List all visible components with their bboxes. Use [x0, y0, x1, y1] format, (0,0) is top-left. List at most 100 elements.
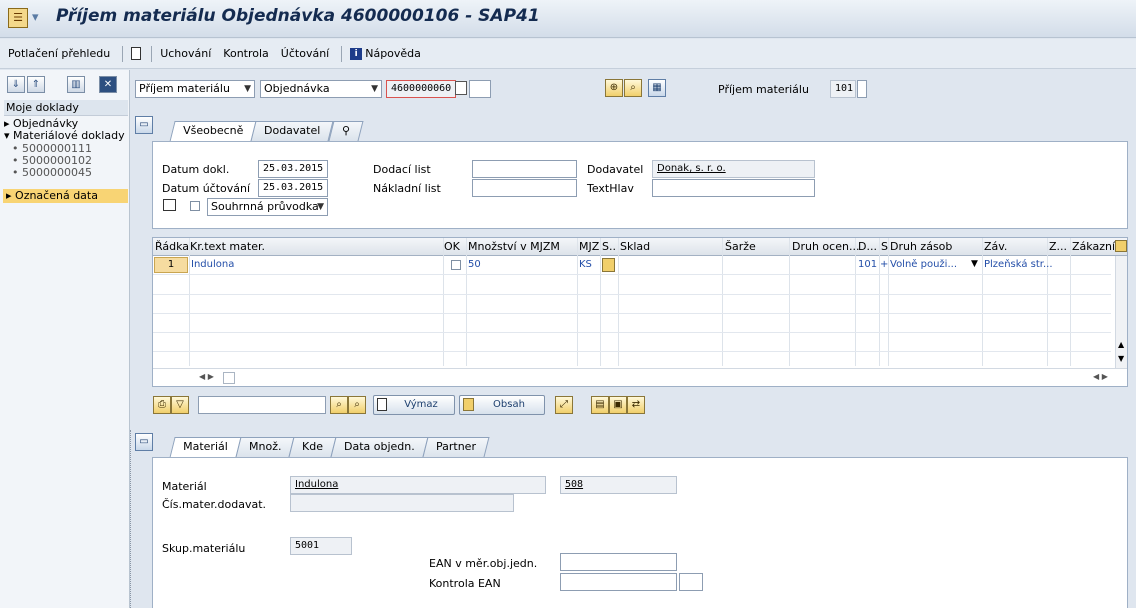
find-field[interactable]	[198, 396, 326, 414]
print-list-icon[interactable]: ⎙	[153, 396, 171, 414]
transfer-icon[interactable]: ⇄	[627, 396, 645, 414]
header-tabs: Všeobecně Dodavatel ⚲	[169, 121, 364, 142]
folder-icon[interactable]: ▤	[591, 396, 609, 414]
collapse-item-icon[interactable]: ▭	[135, 433, 153, 451]
new-document-icon[interactable]	[131, 47, 142, 60]
scroll-down-icon[interactable]: ▼	[1118, 354, 1124, 363]
reference-type-dropdown[interactable]: Objednávka ▼	[260, 80, 382, 98]
vertical-scrollbar[interactable]: ▲ ▼	[1115, 256, 1127, 368]
ean-check-field[interactable]	[560, 573, 677, 591]
vendor-material-field[interactable]	[290, 494, 514, 512]
grid-icon[interactable]: ▦	[648, 79, 666, 97]
column-settings-icon[interactable]	[1115, 240, 1127, 252]
col-header[interactable]: Záv.	[984, 240, 1007, 253]
scroll-up-icon[interactable]: ▲	[1118, 340, 1124, 349]
unit-cell[interactable]: KS	[579, 259, 592, 270]
col-header[interactable]: S..	[602, 240, 616, 253]
bill-of-lading-field[interactable]	[472, 179, 577, 197]
delivery-note-field[interactable]	[472, 160, 577, 178]
my-documents-header: Moje doklady	[4, 100, 128, 116]
tab-more[interactable]: ⚲	[328, 121, 364, 141]
vendor-field[interactable]: Donak, s. r. o.	[652, 160, 815, 178]
chevron-down-icon[interactable]: ▼	[971, 259, 978, 269]
menu-hold[interactable]: Uchování	[160, 47, 211, 60]
scroll-thumb[interactable]	[223, 372, 235, 384]
col-header[interactable]: D...	[858, 240, 877, 253]
tree-doc-item[interactable]: • 5000000045	[12, 167, 92, 179]
close-icon[interactable]: ✕	[99, 76, 117, 93]
horizontal-scrollbar[interactable]: ◀ ▶ ◀ ▶	[153, 368, 1127, 386]
help-icon[interactable]: i	[350, 47, 363, 60]
material-text-cell[interactable]: Indulona	[191, 259, 234, 270]
po-number-field[interactable]: 4600000060	[386, 80, 456, 98]
header-text-field[interactable]	[652, 179, 815, 197]
row-number-cell[interactable]: 1	[154, 257, 188, 273]
col-header[interactable]: Šarže	[725, 240, 756, 253]
col-header[interactable]: Druh ocen...	[792, 240, 859, 253]
expand-all-icon[interactable]: ⇓	[7, 76, 25, 93]
sap-menu-icon[interactable]: ☰	[8, 8, 28, 28]
col-header[interactable]: Druh zásob	[890, 240, 952, 253]
movement-type-field[interactable]: 101	[830, 80, 856, 98]
col-header[interactable]: Množství v MJZM	[468, 240, 560, 253]
expand-icon[interactable]: ⤢	[555, 396, 573, 414]
collapse-header-icon[interactable]: ▭	[135, 116, 153, 134]
tab-material[interactable]: Materiál	[169, 437, 242, 458]
printer-icon[interactable]	[163, 199, 176, 211]
col-header[interactable]: S	[881, 240, 888, 253]
title-dropdown-icon[interactable]: ▾	[32, 10, 44, 26]
print-checkbox[interactable]	[190, 201, 200, 211]
tab-vendor[interactable]: Dodavatel	[250, 121, 335, 141]
col-header[interactable]: Kr.text mater.	[190, 240, 265, 253]
tab-quantity[interactable]: Množ.	[235, 437, 295, 457]
movement-indicator-field[interactable]	[857, 80, 867, 98]
scroll-left-icon[interactable]: ◀ ▶	[199, 372, 214, 381]
plant-cell[interactable]: Plzeňská str...	[984, 259, 1053, 270]
header-text-label: TextHlav	[587, 182, 634, 195]
f4-help-icon[interactable]	[455, 81, 467, 95]
chevron-down-icon: ▼	[371, 84, 378, 94]
find-icon[interactable]: ⌕	[330, 396, 348, 414]
menu-help[interactable]: Nápověda	[365, 47, 421, 60]
quantity-cell[interactable]: 50	[468, 259, 481, 270]
col-header[interactable]: OK	[444, 240, 460, 253]
storage-location-icon[interactable]	[602, 258, 615, 272]
po-item-field[interactable]	[469, 80, 491, 98]
tab-partner[interactable]: Partner	[422, 437, 490, 457]
scroll-right-icon[interactable]: ◀ ▶	[1093, 372, 1108, 381]
binoculars-icon[interactable]: ⌕	[624, 79, 642, 97]
ok-checkbox[interactable]	[451, 260, 461, 270]
col-header[interactable]: Sklad	[620, 240, 650, 253]
sign-cell: +	[880, 259, 889, 270]
col-header[interactable]: Řádka	[155, 240, 189, 253]
material-group-field[interactable]: 5001	[290, 537, 352, 555]
material-field[interactable]: Indulona	[290, 476, 546, 494]
copy-icon[interactable]: ▣	[609, 396, 627, 414]
menu-hide-overview[interactable]: Potlačení přehledu	[8, 47, 110, 60]
ean-check-indicator[interactable]	[679, 573, 703, 591]
ean-field[interactable]	[560, 553, 677, 571]
action-dropdown[interactable]: Příjem materiálu ▼	[135, 80, 255, 98]
col-header[interactable]: MJZ	[579, 240, 599, 253]
tree-item-material-docs[interactable]: ▾ Materiálové doklady	[4, 130, 125, 142]
stock-type-cell[interactable]: Volně použi...	[890, 259, 957, 270]
movement-type-cell[interactable]: 101	[858, 259, 877, 270]
find-next-icon[interactable]: ⌕	[348, 396, 366, 414]
col-header[interactable]: Z...	[1049, 240, 1067, 253]
col-header[interactable]: Zákazník	[1072, 240, 1121, 253]
collapse-all-icon[interactable]: ⇑	[27, 76, 45, 93]
material-code-field[interactable]: 508	[560, 476, 677, 494]
execute-icon[interactable]: ⊕	[605, 79, 623, 97]
document-date-field[interactable]: 25.03.2015	[258, 160, 328, 178]
print-version-dropdown[interactable]: Souhrnná průvodka ▼	[207, 198, 328, 216]
posting-date-field[interactable]: 25.03.2015	[258, 179, 328, 197]
menu-check[interactable]: Kontrola	[223, 47, 269, 60]
tab-general[interactable]: Všeobecně	[169, 121, 257, 142]
tab-order-data[interactable]: Data objedn.	[330, 437, 429, 457]
menu-post[interactable]: Účtování	[281, 47, 329, 60]
tab-where[interactable]: Kde	[288, 437, 337, 457]
splitter[interactable]	[130, 430, 132, 608]
filter-icon[interactable]: ▽	[171, 396, 189, 414]
delete-icon[interactable]: ▥	[67, 76, 85, 93]
tree-item-marked-data[interactable]: ▸ Označená data	[3, 189, 128, 203]
